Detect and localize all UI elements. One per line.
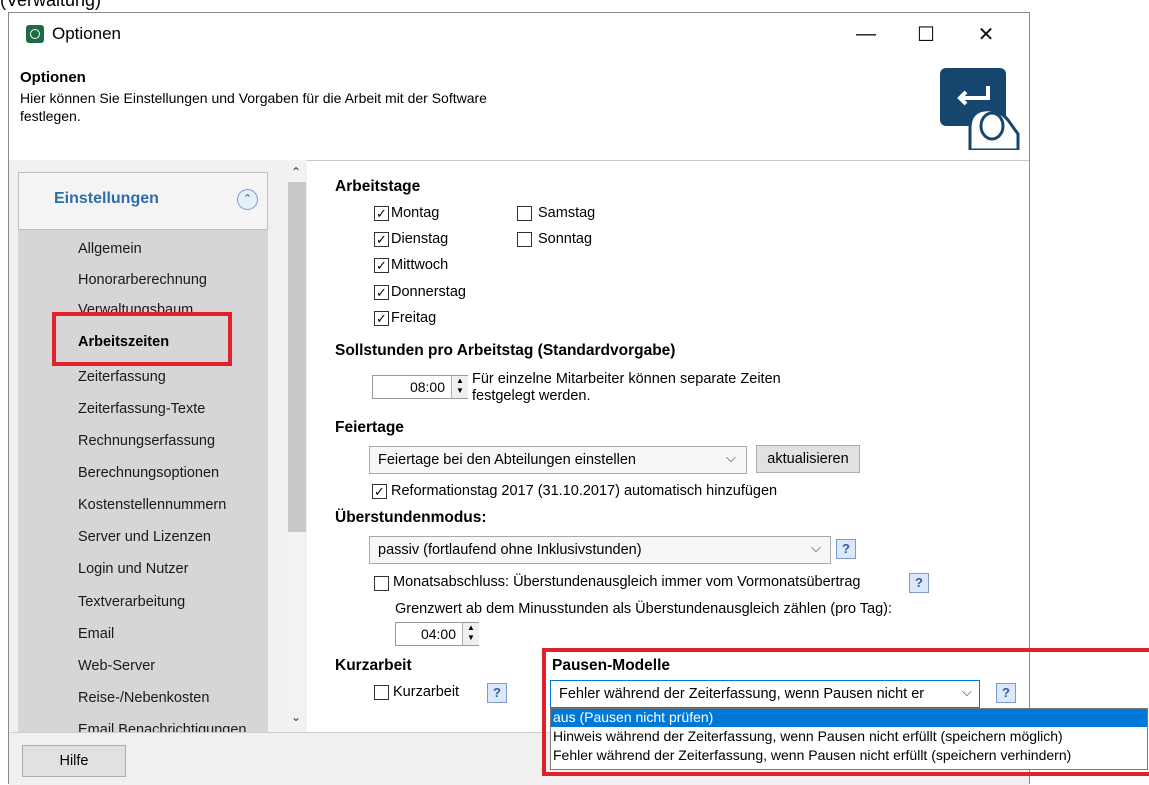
grenzwert-spin-icon[interactable]: ▲ ▼ <box>462 623 479 645</box>
sidebar-item-zeiterfassung[interactable]: Zeiterfassung <box>78 369 166 385</box>
scrollbar-thumb[interactable] <box>288 182 306 532</box>
label-monatsabschluss: Monatsabschluss: Überstundenausgleich im… <box>393 574 861 590</box>
label-montag: Montag <box>391 205 440 221</box>
label-mittwoch: Mittwoch <box>391 257 449 273</box>
enter-key-icon <box>940 68 1020 150</box>
sidebar-item-verwaltungsbaum[interactable]: Verwaltungsbaum <box>78 302 193 312</box>
sollstunden-note: Für einzelne Mitarbeiter können separate… <box>472 371 781 404</box>
checkbox-mittwoch[interactable]: ✓ <box>374 258 389 273</box>
highlight-box-pausen <box>542 648 1149 776</box>
sidebar-item-berechnungsoptionen[interactable]: Berechnungsoptionen <box>78 465 219 481</box>
label-freitag: Freitag <box>391 310 437 326</box>
label-grenzwert: Grenzwert ab dem Minusstunden als Überst… <box>395 601 893 617</box>
scroll-down-icon[interactable]: ⌄ <box>291 710 301 724</box>
ueberstunden-select[interactable]: passiv (fortlaufend ohne Inklusivstunden… <box>369 536 831 564</box>
sidebar-item-zeiterfassung-texte[interactable]: Zeiterfassung-Texte <box>78 401 205 417</box>
sollstunden-spin-icon[interactable]: ▲ ▼ <box>451 376 468 398</box>
header-title: Optionen <box>20 69 86 86</box>
checkbox-montag[interactable]: ✓ <box>374 206 389 221</box>
scroll-up-icon[interactable]: ⌃ <box>291 165 301 179</box>
sidebar-item-server-und-lizenzen[interactable]: Server und Lizenzen <box>78 529 211 545</box>
ueberstunden-selected: passiv (fortlaufend ohne Inklusivstunden… <box>378 542 642 558</box>
sidebar-panel <box>18 172 268 732</box>
checkbox-reformationstag[interactable]: ✓ <box>372 484 387 499</box>
label-sonntag: Sonntag <box>538 231 593 247</box>
sidebar-item-allgemein[interactable]: Allgemein <box>78 241 142 257</box>
feiertage-select[interactable]: Feiertage bei den Abteilungen einstellen <box>369 446 747 474</box>
feiertage-chevron-down-icon[interactable]: ⌵ <box>726 450 736 466</box>
sidebar-clip: Email Benachrichtigungen <box>18 722 268 732</box>
hilfe-button[interactable]: Hilfe <box>22 745 126 777</box>
checkbox-freitag[interactable]: ✓ <box>374 311 389 326</box>
checkbox-monatsabschluss[interactable] <box>374 576 389 591</box>
checkbox-dienstag[interactable]: ✓ <box>374 232 389 247</box>
close-button[interactable]: ✕ <box>958 14 1014 54</box>
section-title-sollstunden: Sollstunden pro Arbeitstag (Standardvorg… <box>335 342 676 359</box>
checkbox-samstag[interactable] <box>517 206 532 221</box>
kurzarbeit-help-icon[interactable]: ? <box>487 683 507 703</box>
sidebar-item-honorarberechnung[interactable]: Honorarberechnung <box>78 272 207 288</box>
label-samstag: Samstag <box>538 205 596 221</box>
ueberstunden-help-icon[interactable]: ? <box>836 539 856 559</box>
sidebar-item-web-server[interactable]: Web-Server <box>78 658 155 674</box>
section-title-kurzarbeit: Kurzarbeit <box>335 657 412 674</box>
sidebar-item-reise-nebenkosten[interactable]: Reise-/Nebenkosten <box>78 690 209 706</box>
app-icon <box>26 25 44 43</box>
checkbox-kurzarbeit[interactable] <box>374 685 389 700</box>
maximize-button[interactable]: ☐ <box>898 14 954 54</box>
label-donnerstag: Donnerstag <box>391 284 466 300</box>
sollstunden-value: 08:00 <box>409 379 445 395</box>
sidebar-group-label: Einstellungen <box>54 190 159 207</box>
sidebar-item-email[interactable]: Email <box>78 626 114 642</box>
ueberstunden-chevron-down-icon[interactable]: ⌵ <box>811 540 821 556</box>
grenzwert-value: 04:00 <box>420 626 456 642</box>
label-dienstag: Dienstag <box>391 231 449 247</box>
sidebar-item-email-benachrichtigungen[interactable]: Email Benachrichtigungen <box>78 722 246 732</box>
section-title-arbeitstage: Arbeitstage <box>335 178 421 195</box>
header-description: Hier können Sie Einstellungen und Vorgab… <box>20 90 487 124</box>
sidebar-item-login-und-nutzer[interactable]: Login und Nutzer <box>78 561 188 577</box>
caption-fragment: (Verwaltung) <box>0 0 102 10</box>
section-title-feiertage: Feiertage <box>335 419 404 436</box>
checkbox-donnerstag[interactable]: ✓ <box>374 285 389 300</box>
checkbox-sonntag[interactable] <box>517 232 532 247</box>
minimize-button[interactable]: — <box>838 14 894 54</box>
monatsabschluss-help-icon[interactable]: ? <box>909 573 929 593</box>
aktualisieren-button[interactable]: aktualisieren <box>756 445 860 473</box>
highlight-box-arbeitszeiten <box>52 312 232 366</box>
sidebar-item-rechnungserfassung[interactable]: Rechnungserfassung <box>78 433 215 449</box>
label-kurzarbeit: Kurzarbeit <box>393 684 460 700</box>
sidebar-item-textverarbeitung[interactable]: Textverarbeitung <box>78 594 185 610</box>
section-title-ueberstunden: Überstundenmodus: <box>335 509 487 526</box>
window-title: Optionen <box>52 24 121 43</box>
label-reformationstag: Reformationstag 2017 (31.10.2017) automa… <box>391 483 778 499</box>
collapse-icon[interactable]: ⌃ <box>237 189 258 210</box>
feiertage-selected: Feiertage bei den Abteilungen einstellen <box>378 452 636 468</box>
sidebar-item-kostenstellennummern[interactable]: Kostenstellennummern <box>78 497 226 513</box>
